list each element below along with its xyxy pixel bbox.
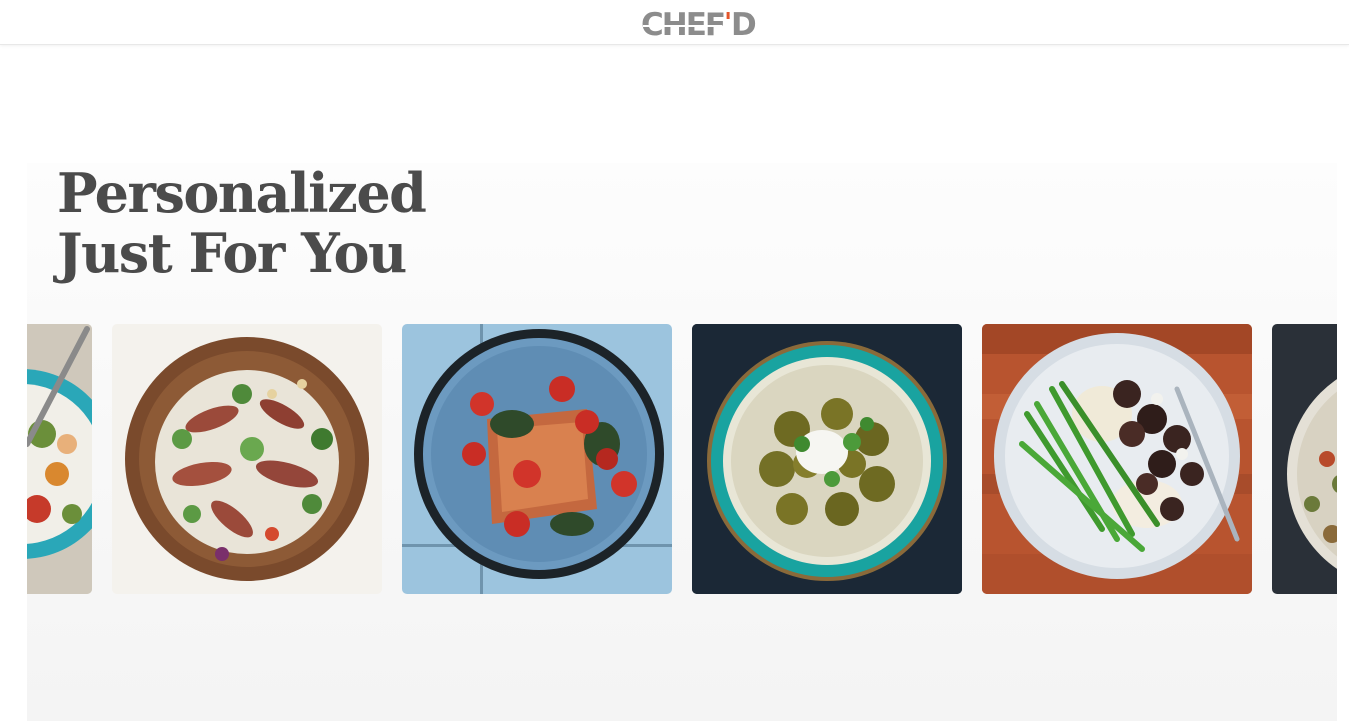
- meal-photo-curry: [692, 324, 962, 594]
- meal-photo-lentil-bowl: [1272, 324, 1337, 594]
- meal-photo-okra-shrimp: [27, 324, 92, 594]
- logo-text-end: D: [731, 7, 757, 43]
- section-heading: Personalized Just For You: [57, 163, 427, 285]
- heading-line-2: Just For You: [57, 221, 407, 285]
- personalized-section: Personalized Just For You: [27, 163, 1337, 721]
- meal-card-lentil-bowl[interactable]: [1272, 324, 1337, 594]
- meal-photo-salmon: [402, 324, 672, 594]
- meal-card-salmon[interactable]: [402, 324, 672, 594]
- logo-text-main: CHEF: [641, 7, 726, 43]
- meal-card-steak-noodle-salad[interactable]: [112, 324, 382, 594]
- meal-card-okra-shrimp[interactable]: [27, 324, 92, 594]
- heading-line-1: Personalized: [57, 163, 427, 225]
- chefd-logo[interactable]: CHEF 'D: [641, 7, 757, 43]
- logo-apostrophe: ': [724, 8, 732, 38]
- meal-card-curry[interactable]: [692, 324, 962, 594]
- meal-card-beef-green-beans[interactable]: [982, 324, 1252, 594]
- meal-photo-steak-noodle-salad: [112, 324, 382, 594]
- meal-carousel[interactable]: [27, 324, 1337, 594]
- meal-photo-beef-green-beans: [982, 324, 1252, 594]
- top-nav-bar: CHEF 'D: [0, 0, 1349, 45]
